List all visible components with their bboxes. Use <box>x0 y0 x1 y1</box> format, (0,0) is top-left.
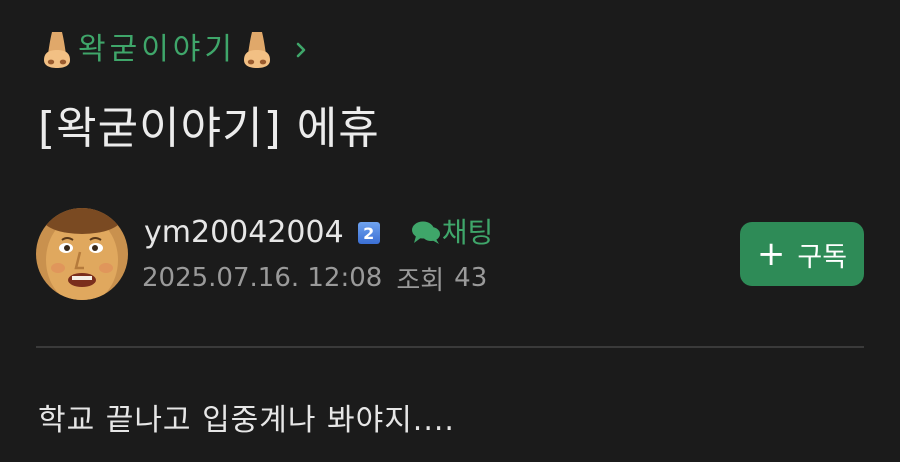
views-count: 43 <box>454 263 488 293</box>
nose-emoji-icon <box>244 32 270 68</box>
nose-emoji-icon <box>44 32 70 68</box>
avatar-face-icon <box>36 208 128 300</box>
chat-button[interactable]: 채팅 <box>410 212 494 254</box>
chevron-right-icon[interactable] <box>292 41 310 59</box>
chat-bubble-icon <box>411 221 440 244</box>
post-body: 학교 끝나고 입중계나 봐야지.... <box>38 403 455 438</box>
divider <box>36 346 864 348</box>
avatar[interactable] <box>36 208 128 300</box>
subscribe-label: 구독 <box>797 241 848 273</box>
post-date: 2025.07.16. 12:08 <box>142 263 383 293</box>
author-username[interactable]: ym20042004 <box>144 212 344 254</box>
plus-icon: + <box>756 234 786 274</box>
level-badge: 2 <box>357 222 380 244</box>
author-info: ym20042004 2 채팅 <box>144 212 493 254</box>
board-name[interactable]: 왁굳이야기 <box>78 28 236 72</box>
board-link[interactable]: 왁굳이야기 <box>40 28 310 72</box>
chat-label: 채팅 <box>441 216 494 249</box>
post-meta: 2025.07.16. 12:08 조회 43 <box>142 258 487 298</box>
subscribe-button[interactable]: + 구독 <box>740 222 864 286</box>
views-label: 조회 <box>396 265 445 296</box>
post-title: [왁굳이야기] 에휴 <box>38 103 380 154</box>
